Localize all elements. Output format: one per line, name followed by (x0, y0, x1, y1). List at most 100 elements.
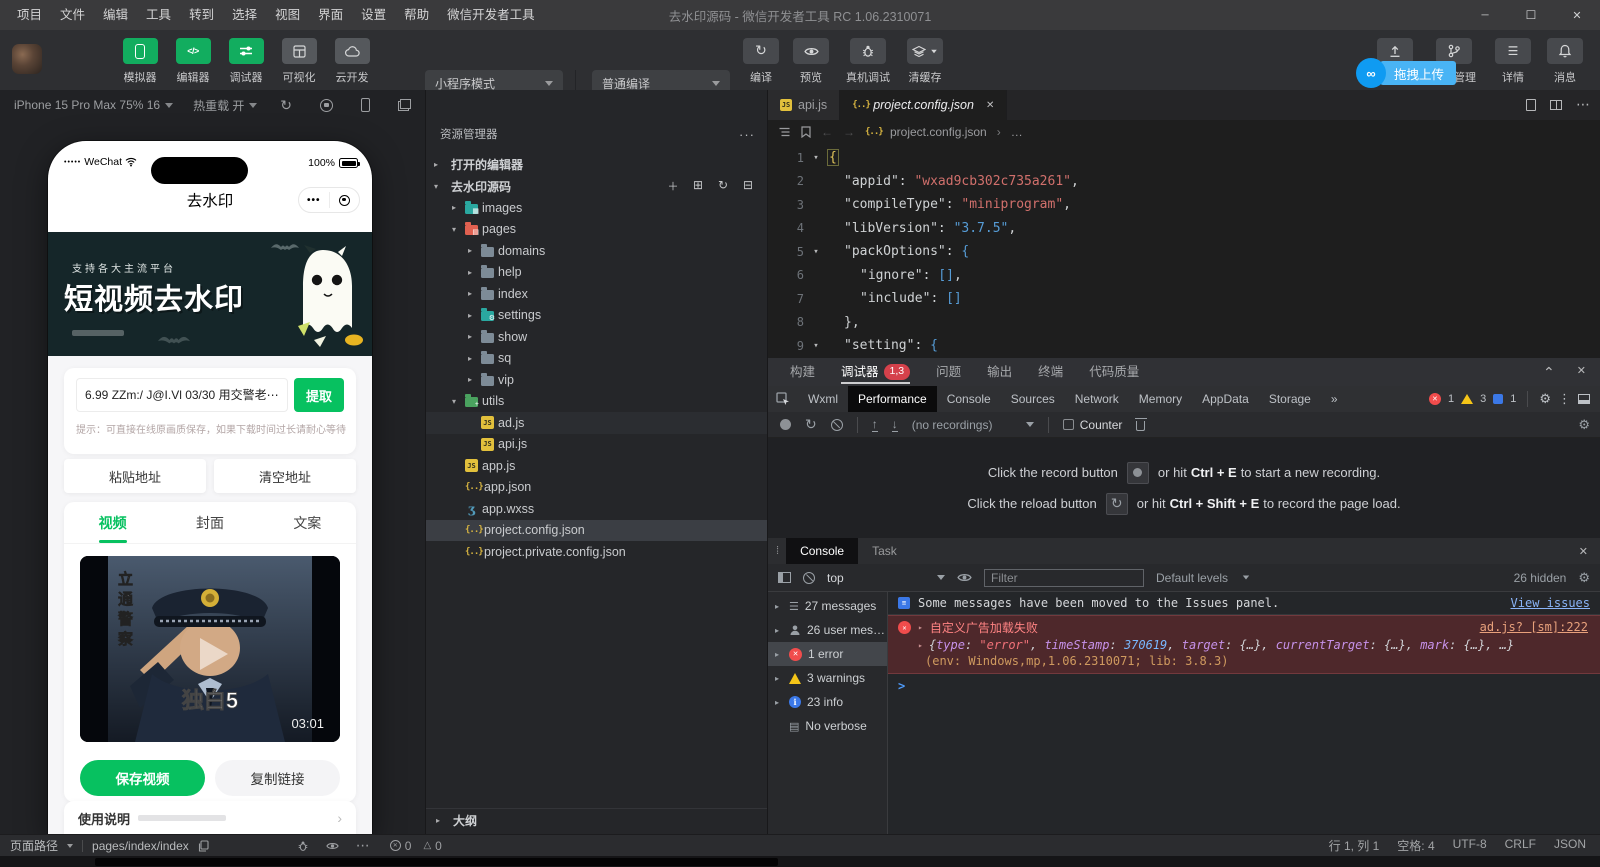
menu-item-goto[interactable]: 转到 (180, 0, 223, 30)
close-minimize-button[interactable] (330, 195, 360, 206)
tab-text[interactable]: 文案 (259, 502, 356, 543)
gear-icon[interactable] (1578, 417, 1590, 433)
page-path-label[interactable]: 页面路径 (10, 837, 58, 854)
info-count-icon[interactable] (1493, 394, 1503, 404)
clear-icon[interactable] (831, 419, 843, 431)
tree-item-app-wxss[interactable]: app.wxss (426, 498, 767, 520)
tree-item-domains[interactable]: domains (426, 240, 767, 262)
inspect-icon[interactable] (768, 392, 798, 406)
more-icon[interactable]: ··· (739, 127, 755, 142)
eye-icon[interactable] (326, 841, 339, 851)
menu-item-settings[interactable]: 设置 (352, 0, 395, 30)
copy-link-button[interactable]: 复制链接 (215, 760, 340, 796)
chevron-right-icon[interactable] (918, 623, 923, 632)
record-button[interactable] (1127, 462, 1149, 484)
maximize-panel-icon[interactable] (1543, 364, 1555, 381)
save-profile-icon[interactable] (892, 418, 898, 432)
drag-handle-icon[interactable] (768, 545, 786, 557)
sidebar-all-messages[interactable]: 27 messages (768, 594, 887, 618)
panel-tab-output[interactable]: 输出 (987, 358, 1012, 386)
dock-panel-icon[interactable] (1578, 394, 1590, 404)
more-menu-button[interactable]: ••• (299, 195, 329, 206)
extract-button[interactable]: 提取 (294, 378, 344, 412)
levels-dropdown[interactable]: Default levels (1156, 571, 1250, 585)
reload-button[interactable] (1106, 493, 1128, 515)
outline-section[interactable]: 大纲 (426, 808, 767, 832)
sidebar-user-messages[interactable]: 26 user mes… (768, 618, 887, 642)
simulator-toggle-button[interactable]: 模拟器 (118, 38, 162, 85)
usage-card[interactable]: 使用说明 › (64, 801, 356, 834)
reload-icon[interactable] (805, 416, 817, 433)
panel-tab-build[interactable]: 构建 (790, 358, 815, 386)
encoding-setting[interactable]: UTF-8 (1453, 837, 1487, 854)
eol-setting[interactable]: CRLF (1505, 837, 1536, 854)
editor-tab-project-config-json[interactable]: project.config.json (840, 90, 1007, 120)
hot-reload-dropdown[interactable]: 热重载 开 (193, 97, 257, 114)
visualization-toggle-button[interactable]: 可视化 (277, 38, 321, 85)
tree-open-editors[interactable]: 打开的编辑器 (426, 154, 767, 176)
stop-icon[interactable] (320, 99, 333, 112)
editor-tab-api-js[interactable]: api.js (768, 90, 840, 120)
tree-item-app-js[interactable]: app.js (426, 455, 767, 477)
menu-item-help[interactable]: 帮助 (395, 0, 438, 30)
compile-button[interactable]: 编译 (742, 38, 780, 85)
panel-tab-debugger[interactable]: 调试器1,3 (841, 358, 910, 386)
error-count-icon[interactable] (1429, 393, 1441, 405)
language-mode[interactable]: JSON (1554, 837, 1586, 854)
tree-item-vip[interactable]: vip (426, 369, 767, 391)
panel-tab-terminal[interactable]: 终端 (1038, 358, 1063, 386)
panel-tab-problems[interactable]: 问题 (936, 358, 961, 386)
clear-console-icon[interactable] (803, 572, 815, 584)
split-editor-icon[interactable] (1550, 100, 1562, 110)
cloud-dev-button[interactable]: 云开发 (330, 38, 374, 85)
devtools-tab-storage[interactable]: Storage (1259, 386, 1321, 412)
tree-item-utils[interactable]: +utils (426, 391, 767, 413)
menu-item-project[interactable]: 项目 (8, 0, 51, 30)
menu-item-file[interactable]: 文件 (51, 0, 94, 30)
clear-cache-button[interactable]: 清缓存 (906, 38, 944, 85)
tree-root[interactable]: 去水印源码 (426, 176, 767, 198)
tree-item-settings[interactable]: ⚙settings (426, 305, 767, 327)
devtools-tab-performance[interactable]: Performance (848, 386, 937, 412)
devtools-tab-appdata[interactable]: AppData (1192, 386, 1259, 412)
maximize-icon[interactable] (1508, 0, 1554, 30)
bug-icon[interactable] (297, 840, 309, 852)
tree-item-pages[interactable]: ▤pages (426, 219, 767, 241)
indent-setting[interactable]: 空格: 4 (1397, 837, 1434, 854)
outline-list-icon[interactable] (778, 126, 791, 138)
menu-item-interface[interactable]: 界面 (309, 0, 352, 30)
filter-input[interactable] (984, 569, 1144, 587)
load-profile-icon[interactable] (872, 418, 878, 432)
sidebar-warnings[interactable]: 3 warnings (768, 666, 887, 690)
code-editor[interactable]: 1{ 2"appid": "wxad9cb302c735a261", 3"com… (768, 143, 1600, 358)
console-error-row[interactable]: 自定义广告加载失败 ad.js? [sm]:222 {type: "error"… (888, 615, 1600, 674)
rotate-icon[interactable] (280, 97, 292, 114)
devtools-tab-console[interactable]: Console (937, 386, 1001, 412)
preview-button[interactable]: 预览 (792, 38, 830, 85)
menu-item-selection[interactable]: 选择 (223, 0, 266, 30)
devtools-tab-wxml[interactable]: Wxml (798, 386, 848, 412)
clear-address-button[interactable]: 清空地址 (214, 459, 356, 493)
breadcrumb-more[interactable]: … (1011, 125, 1023, 139)
tree-item-project-config-json[interactable]: project.config.json (426, 520, 767, 542)
kebab-menu-icon[interactable] (1558, 391, 1571, 407)
avatar[interactable] (12, 44, 42, 74)
gear-icon[interactable] (1539, 391, 1551, 407)
refresh-icon[interactable] (716, 178, 730, 194)
console-sidebar-toggle-icon[interactable] (778, 572, 791, 583)
tree-item-show[interactable]: show (426, 326, 767, 348)
more-actions-icon[interactable] (1576, 96, 1590, 114)
new-file-icon[interactable] (666, 178, 680, 194)
devtools-tab-sources[interactable]: Sources (1001, 386, 1065, 412)
view-issues-link[interactable]: View issues (1511, 596, 1590, 610)
tree-item-app-json[interactable]: app.json (426, 477, 767, 499)
close-panel-icon[interactable] (1577, 364, 1586, 381)
minimize-icon[interactable] (1462, 0, 1508, 30)
messages-button[interactable]: 消息 (1546, 38, 1584, 85)
tree-item-help[interactable]: help (426, 262, 767, 284)
details-button[interactable]: ☰ 详情 (1494, 38, 1532, 85)
url-input[interactable]: 6.99 ZZm:/ J@I.Vl 03/30 用交警老⋯ (76, 378, 288, 412)
save-video-button[interactable]: 保存视频 (80, 760, 205, 796)
devtools-tab-network[interactable]: Network (1065, 386, 1129, 412)
fold-icon[interactable] (804, 153, 828, 163)
